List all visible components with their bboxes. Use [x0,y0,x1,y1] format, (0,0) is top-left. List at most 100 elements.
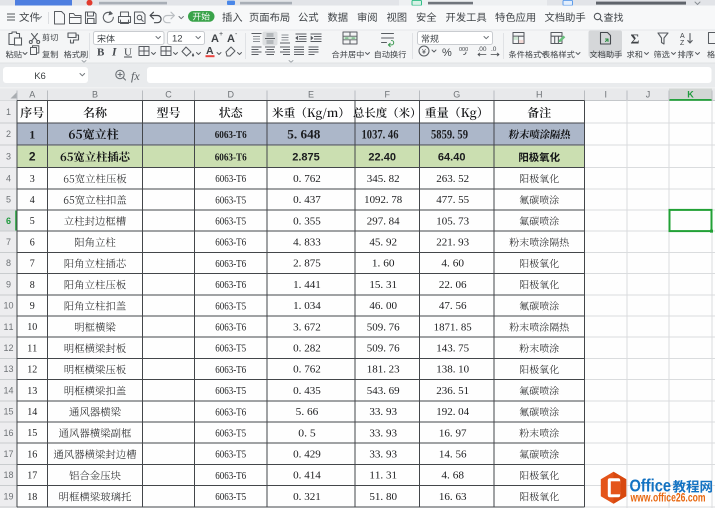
svg-text:2.875: 2.875 [292,151,320,163]
svg-text:47. 56: 47. 56 [439,301,467,312]
svg-text:18: 18 [3,470,13,480]
svg-text:1. 034: 1. 034 [293,301,321,312]
svg-text:16: 16 [3,428,13,438]
svg-text:2: 2 [6,129,11,139]
svg-text:12: 12 [27,365,37,376]
svg-text:22. 06: 22. 06 [439,280,467,291]
svg-text:6063-T6: 6063-T6 [215,279,246,291]
svg-text:A: A [227,33,235,45]
svg-text:1: 1 [6,107,11,117]
svg-text:6063-T6: 6063-T6 [215,237,246,249]
svg-text:143. 75: 143. 75 [436,343,469,354]
svg-text:15: 15 [3,407,13,417]
svg-text:G: G [453,90,460,100]
svg-text:fx: fx [131,69,140,83]
svg-text:www.office26.com: www.office26.com [630,493,706,505]
svg-text:0. 282: 0. 282 [293,343,321,354]
svg-text:.00: .00 [478,46,487,53]
svg-text:0. 762: 0. 762 [293,174,321,185]
svg-text:33. 93: 33. 93 [369,449,397,460]
svg-text:17: 17 [27,471,37,482]
svg-text:14: 14 [3,385,13,395]
svg-text:6063-T6: 6063-T6 [215,470,246,482]
svg-text:345. 82: 345. 82 [367,174,400,185]
svg-text:I: I [111,47,117,59]
svg-text:45. 92: 45. 92 [369,237,397,248]
svg-text:6063-T5: 6063-T5 [215,491,246,503]
svg-text:138. 10: 138. 10 [436,365,469,376]
svg-text:I: I [604,90,607,100]
svg-text:5859. 59: 5859. 59 [431,128,468,142]
svg-text:F: F [384,90,390,100]
svg-text:5: 5 [30,216,35,227]
svg-text:K: K [687,90,694,100]
svg-text:H: H [536,90,543,100]
svg-text:14: 14 [27,407,37,418]
svg-text:9: 9 [30,301,35,312]
svg-text:297. 84: 297. 84 [367,216,400,227]
svg-text:509. 76: 509. 76 [367,343,400,354]
svg-text:A: A [29,90,35,100]
svg-text:8: 8 [30,280,35,291]
svg-text:6063-T6: 6063-T6 [215,322,246,334]
svg-text:4. 833: 4. 833 [293,237,321,248]
svg-text:6063-T5: 6063-T5 [215,343,246,355]
svg-text:D: D [227,90,234,100]
svg-text:0. 437: 0. 437 [293,195,321,206]
svg-text:000: 000 [459,47,468,53]
svg-text:16: 16 [27,449,37,460]
svg-text:+: + [219,31,223,38]
svg-text:A: A [680,33,685,40]
svg-text:3: 3 [30,174,35,185]
svg-text:236. 51: 236. 51 [436,386,469,397]
svg-text:13: 13 [27,386,37,397]
svg-text:C: C [165,90,172,100]
svg-text:7: 7 [6,237,11,247]
svg-text:10: 10 [3,301,13,311]
svg-text:0. 321: 0. 321 [293,492,321,503]
svg-text:509. 76: 509. 76 [367,322,400,333]
svg-text:4. 60: 4. 60 [441,259,464,270]
svg-text:1871. 85: 1871. 85 [434,322,472,333]
svg-text:3. 672: 3. 672 [293,322,321,333]
svg-text:3: 3 [6,152,11,162]
svg-text:0. 414: 0. 414 [293,471,321,482]
svg-text:0. 429: 0. 429 [293,449,321,460]
svg-text:12: 12 [172,34,183,45]
svg-text:0. 762: 0. 762 [293,365,321,376]
svg-text:2. 875: 2. 875 [293,259,321,270]
svg-text:6063-T6: 6063-T6 [215,129,247,141]
svg-text:15: 15 [27,428,37,439]
svg-text:13: 13 [3,364,13,374]
svg-text:Σ: Σ [631,32,640,47]
svg-text:6: 6 [30,237,35,248]
svg-text:6063-T5: 6063-T5 [215,428,246,440]
svg-text:6063-T6: 6063-T6 [215,364,246,376]
svg-text:33. 93: 33. 93 [369,428,397,439]
svg-text:221. 93: 221. 93 [436,237,469,248]
svg-text:33. 93: 33. 93 [369,407,397,418]
svg-text:6: 6 [6,216,11,226]
svg-text:11: 11 [27,343,37,354]
svg-text:%: % [442,47,452,59]
svg-text:0. 5: 0. 5 [298,428,316,439]
svg-text:105. 73: 105. 73 [436,216,469,227]
svg-text:4. 68: 4. 68 [441,471,464,482]
svg-text:6063-T5: 6063-T5 [215,385,246,397]
svg-text:11: 11 [3,322,13,332]
svg-text:¥: ¥ [422,49,426,56]
svg-text:B: B [97,47,105,59]
svg-text:5. 648: 5. 648 [287,128,320,142]
svg-text:6063-T6: 6063-T6 [215,173,246,185]
svg-text:22.40: 22.40 [368,151,396,163]
svg-text:19: 19 [3,491,13,501]
svg-text:A: A [211,33,219,45]
svg-text:192. 04: 192. 04 [436,407,469,418]
svg-text:5. 66: 5. 66 [296,407,319,418]
svg-text:4: 4 [6,173,11,183]
svg-text:11. 31: 11. 31 [369,471,397,482]
svg-text:16. 97: 16. 97 [439,428,467,439]
svg-text:16. 63: 16. 63 [439,492,467,503]
svg-text:7: 7 [30,259,35,270]
svg-text:10: 10 [27,322,37,333]
